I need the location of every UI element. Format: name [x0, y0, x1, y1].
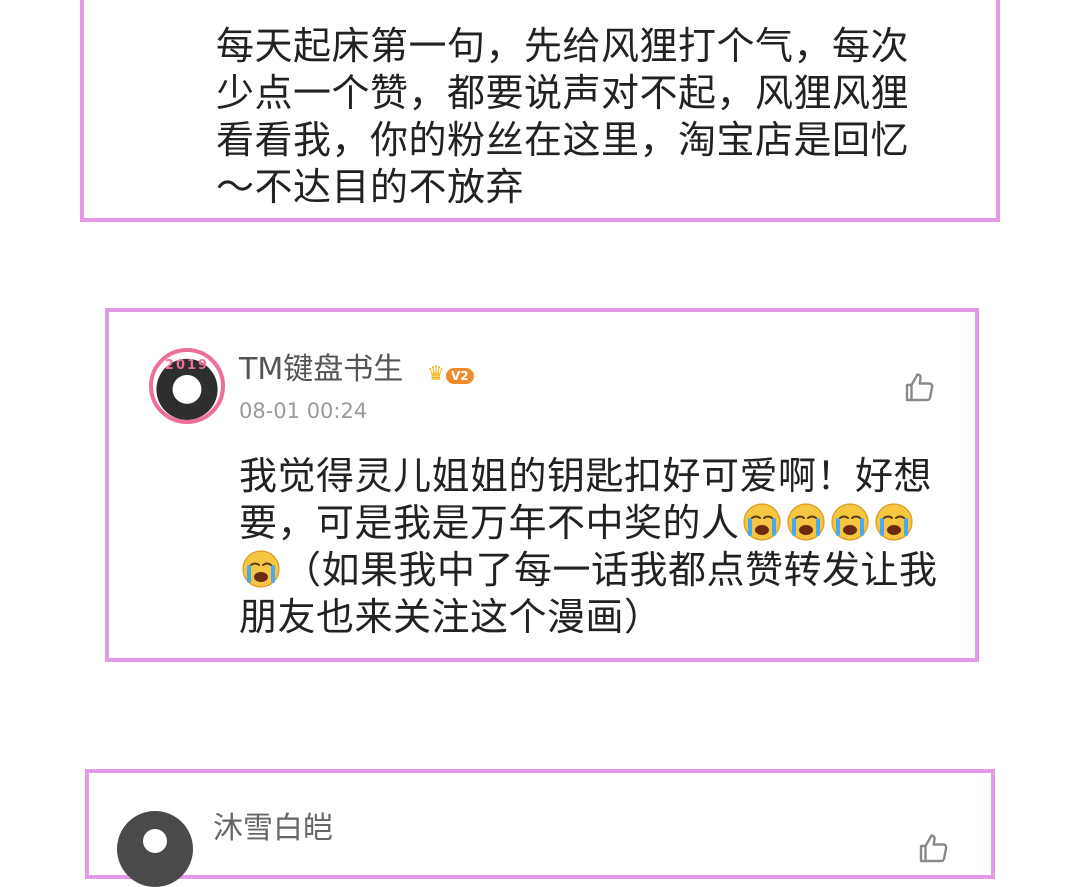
crying-emoji-icon	[874, 503, 913, 541]
vip-badge: ♛ V2	[427, 358, 474, 384]
username[interactable]: TM键盘书生	[239, 352, 403, 388]
crown-icon: ♛	[427, 361, 445, 385]
crying-emoji-icon	[742, 503, 781, 541]
thumbs-up-icon[interactable]	[901, 370, 937, 406]
comment-card: 沐雪白皑	[85, 769, 995, 887]
comment-text: 每天起床第一句，先给风狸打个气，每次 少点一个赞，都要说声对不起，风狸风狸 看看…	[216, 24, 910, 209]
username[interactable]: 沐雪白皑	[213, 811, 333, 847]
comment-text-line: 我觉得灵儿姐姐的钥匙扣好可爱啊！好想	[239, 454, 933, 498]
avatar[interactable]	[117, 811, 193, 887]
avatar-face	[143, 829, 167, 853]
comment-text-line: （如果我中了每一话我都点赞转发让我	[283, 548, 938, 592]
comment-text-line: 朋友也来关注这个漫画）	[239, 595, 663, 639]
crying-emoji-icon	[242, 550, 280, 588]
comment-text-line: 要，可是我是万年不中奖的人	[239, 501, 740, 545]
comment-card: 每天起床第一句，先给风狸打个气，每次 少点一个赞，都要说声对不起，风狸风狸 看看…	[80, 0, 1000, 222]
comment-text: 我觉得灵儿姐姐的钥匙扣好可爱啊！好想 要，可是我是万年不中奖的人 （如果我中了每…	[239, 453, 959, 641]
avatar-year-label: 2019	[164, 358, 210, 373]
avatar[interactable]: 2019	[149, 348, 225, 424]
comment-timestamp: 08-01 00:24	[239, 399, 368, 423]
crying-emoji-icon	[786, 503, 825, 541]
thumbs-up-icon[interactable]	[915, 831, 951, 867]
comment-card: 2019 TM键盘书生 ♛ V2 08-01 00:24 我觉得灵儿姐姐的钥匙扣…	[105, 308, 979, 662]
vip-level: V2	[445, 368, 474, 384]
crying-emoji-icon	[830, 503, 869, 541]
